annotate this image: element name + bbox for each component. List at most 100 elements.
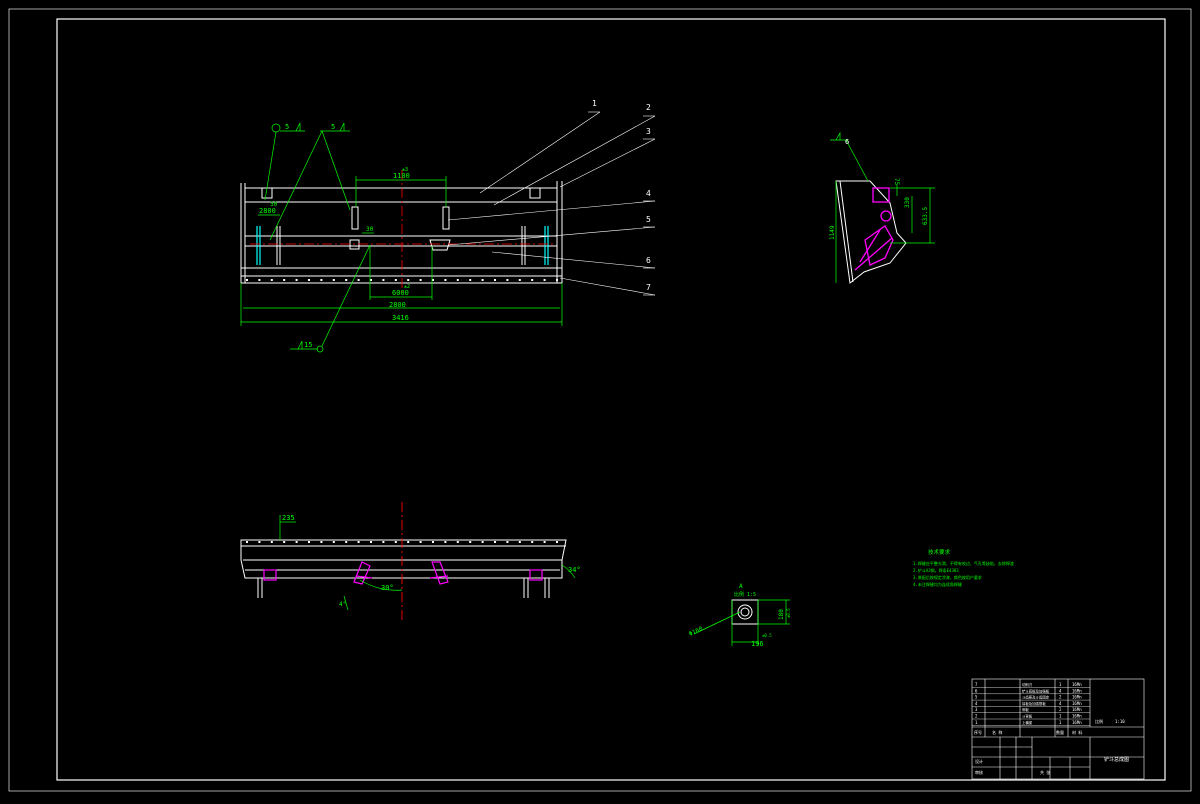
- tooth-mark: [506, 541, 509, 543]
- callout-label-3: 3: [646, 127, 651, 136]
- bom-rows: 7 切削刃 1 16Mn 6 铲斗底板及加强板 4 16Mn 5 斗齿座及斗齿固定 2 16Mn 4 耳板…: [972, 682, 1090, 726]
- tb-header-no: 序号: [974, 729, 982, 735]
- top-dims: [279, 515, 576, 611]
- part-callouts: 1 2 3 4 5 6 7: [447, 99, 656, 296]
- tooth-mark: [506, 279, 509, 281]
- top-dim-left: 235: [282, 514, 295, 522]
- bom-qty: 4: [1059, 688, 1062, 693]
- callout-leader: [479, 111, 601, 194]
- inner-frame: [56, 18, 1166, 781]
- bucket-body: [240, 181, 563, 284]
- tooth-mark: [332, 279, 335, 281]
- top-view: 235 30° 34° 4°: [240, 502, 581, 622]
- tooth-mark: [518, 279, 521, 281]
- side-dims: [830, 131, 935, 283]
- detail-block: [731, 599, 759, 625]
- tb-header-name: 名 称: [992, 729, 1002, 735]
- tooth-mark: [469, 541, 472, 543]
- tb-header-qty: 数量: [1056, 729, 1064, 735]
- dim-left-pitch: 2800: [259, 207, 276, 215]
- notes-line-1: 1.焊缝应平整光滑，不得有咬边、气孔等缺陷，去除焊渣: [913, 560, 1014, 566]
- top-dim-angle-left: 4°: [339, 601, 346, 608]
- bom-no: 4: [975, 701, 978, 706]
- tooth-mark: [345, 541, 348, 543]
- tooth-mark: [382, 541, 385, 543]
- detail-dims: [693, 599, 790, 646]
- tooth-mark: [320, 541, 323, 543]
- front-view: 1100 ±3 2800 30 30 6000 ±2 2800 3416 5 5…: [240, 99, 656, 353]
- callout-label-4: 4: [646, 189, 651, 198]
- cad-drawing: 1100 ±3 2800 30 30 6000 ±2 2800 3416 5 5…: [8, 8, 1192, 792]
- callout-label-2: 2: [646, 103, 651, 112]
- bom-no: 1: [975, 720, 978, 725]
- bom-no: 6: [975, 688, 978, 693]
- bom-name: 侧板: [1022, 707, 1029, 712]
- outer-frame: [8, 8, 1192, 792]
- tooth-mark: [407, 279, 410, 281]
- tooth-mark: [270, 541, 273, 543]
- tooth-mark: [481, 541, 484, 543]
- detail-dim-height: 180: [778, 609, 785, 620]
- tooth-mark: [456, 541, 459, 543]
- detail-dim-diameter: Φ160: [688, 625, 704, 638]
- dim-top-width: 1100: [393, 172, 410, 180]
- tb-scale-label: 比例: [1095, 718, 1103, 724]
- callout-leader: [447, 200, 656, 221]
- notes-title: 技术要求: [928, 548, 951, 556]
- tooth-mark: [432, 541, 434, 543]
- detail-scale: 比例 1:5: [734, 591, 756, 598]
- notes-line-4: 4.未注焊缝均为连续角焊缝: [913, 581, 962, 587]
- callout-label-6: 6: [646, 256, 651, 265]
- tooth-mark: [444, 541, 447, 543]
- side-dim-tall: 633.5: [922, 207, 929, 225]
- tooth-mark: [258, 541, 261, 543]
- bom-qty: 1: [1059, 720, 1062, 725]
- bom-no: 5: [975, 695, 978, 700]
- detail-label: A: [739, 583, 743, 590]
- tb-drawing-title: 铲斗总成图: [1104, 756, 1129, 763]
- tooth-mark: [407, 541, 410, 543]
- tooth-mark: [258, 279, 261, 281]
- bom-qty: 1: [1059, 714, 1062, 719]
- tooth-mark: [556, 279, 558, 281]
- callout-label-1: 1: [592, 99, 597, 108]
- tooth-mark: [481, 279, 484, 281]
- detail-dim-height-tol: ±0.5: [786, 608, 791, 618]
- tooth-mark: [394, 541, 397, 543]
- callout-label-5: 5: [646, 215, 651, 224]
- title-block: 7 切削刃 1 16Mn 6 铲斗底板及加强板 4 16Mn 5 斗齿座及斗齿固定 2 16Mn 4 耳板…: [971, 678, 1145, 780]
- side-callout: 6: [845, 138, 849, 146]
- notes-line-2: 2.铲斗A3钢，焊条E4303: [913, 567, 959, 573]
- bom-material: 16Mn: [1072, 714, 1082, 719]
- drawing-canvas: 1100 ±3 2800 30 30 6000 ±2 2800 3416 5 5…: [0, 0, 1200, 800]
- notes-line-3: 3.装配后按规定涂漆，颜色按用户要求: [913, 574, 982, 580]
- dim-left-offset: 30: [270, 201, 278, 208]
- callout-leader: [559, 138, 656, 188]
- dim-top-tol: ±3: [402, 167, 408, 173]
- bom-material: 16Mn: [1072, 682, 1082, 687]
- bom-name: 斗齿座及斗齿固定: [1022, 695, 1050, 700]
- tooth-mark: [295, 541, 298, 543]
- bom-name: 切削刃: [1022, 682, 1032, 687]
- tooth-mark: [345, 279, 348, 281]
- top-body: [240, 539, 567, 598]
- detail-dim-width: 196: [751, 640, 764, 648]
- tooth-mark: [357, 279, 360, 281]
- dim-mid-tol: ±2: [404, 284, 410, 290]
- tooth-mark: [270, 279, 273, 281]
- tooth-mark: [308, 279, 310, 281]
- tooth-mark: [394, 279, 397, 281]
- technical-notes: 技术要求 1.焊缝应平整光滑，不得有咬边、气孔等缺陷，去除焊渣 2.铲斗A3钢，…: [913, 548, 1014, 587]
- weld-label-bottom: 15: [304, 341, 312, 349]
- bom-material: 16Mn: [1072, 701, 1082, 706]
- bom-qty: 4: [1059, 701, 1062, 706]
- tooth-mark: [494, 279, 496, 281]
- tooth-mark: [456, 279, 459, 281]
- bom-qty: 1: [1059, 682, 1062, 687]
- tooth-mark: [382, 279, 385, 281]
- detail-view: A 比例 1:5 Φ160 196 ±0.5 180 ±0.5: [688, 583, 791, 648]
- tooth-mark: [543, 541, 546, 543]
- bom-material: 16Mn: [1072, 707, 1082, 712]
- tb-designer: 设计: [975, 758, 983, 764]
- bom-qty: 2: [1059, 707, 1062, 712]
